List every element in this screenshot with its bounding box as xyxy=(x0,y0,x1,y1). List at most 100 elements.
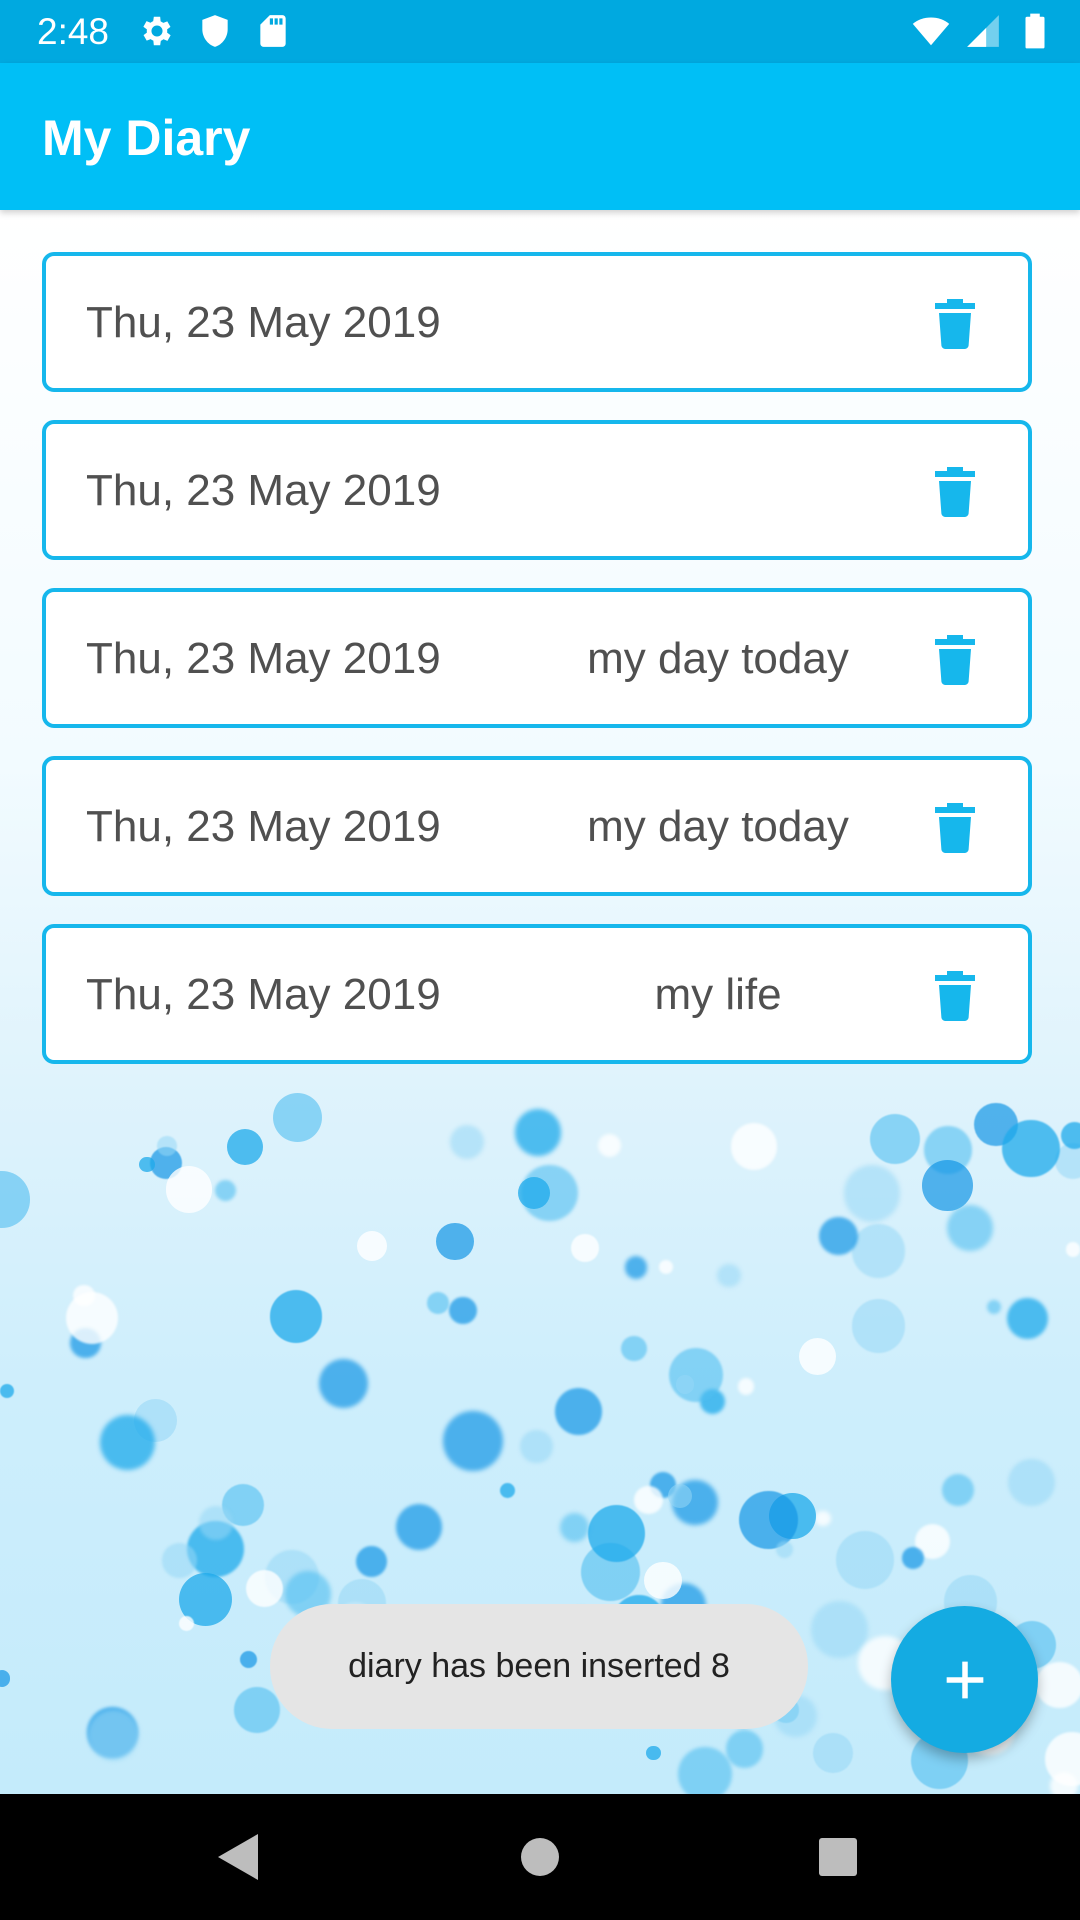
bokeh-dot xyxy=(357,1230,388,1262)
bokeh-dot xyxy=(356,1546,388,1578)
bokeh-dot xyxy=(198,1506,233,1541)
bokeh-dot xyxy=(987,1299,1002,1314)
shield-icon xyxy=(202,15,228,47)
bokeh-dot xyxy=(946,1204,993,1251)
diary-list-item[interactable]: Thu, 23 May 2019 my life xyxy=(42,924,1032,1064)
bokeh-dot xyxy=(799,1337,837,1376)
bokeh-dot xyxy=(851,1224,906,1278)
diary-list-item[interactable]: Thu, 23 May 2019 xyxy=(42,420,1032,560)
status-icons-left xyxy=(138,12,292,50)
bokeh-dot xyxy=(436,1222,474,1260)
bokeh-dot xyxy=(319,1358,369,1409)
diary-list-screen: Thu, 23 May 2019 Thu, 23 May 2019 Thu, 2… xyxy=(0,210,1080,1794)
bokeh-dot xyxy=(157,1136,178,1156)
diary-list-item[interactable]: Thu, 23 May 2019 my day today xyxy=(42,588,1032,728)
bokeh-dot xyxy=(166,1166,213,1213)
bokeh-dot xyxy=(811,1601,868,1658)
trash-icon xyxy=(935,299,975,349)
bokeh-dot xyxy=(730,1123,778,1170)
sd-card-icon xyxy=(260,15,286,47)
bokeh-dot xyxy=(843,1165,901,1222)
bokeh-dot xyxy=(559,1512,589,1543)
bokeh-dot xyxy=(234,1687,280,1733)
app-bar: My Diary xyxy=(0,63,1080,210)
bokeh-dot xyxy=(597,1133,622,1158)
bokeh-dot xyxy=(739,1491,798,1550)
diary-entry-date: Thu, 23 May 2019 xyxy=(86,466,441,515)
back-icon xyxy=(218,1834,258,1880)
diary-entry-date: Thu, 23 May 2019 xyxy=(86,802,441,851)
bokeh-dot xyxy=(427,1292,449,1314)
bokeh-dot xyxy=(514,1108,562,1156)
bokeh-dot xyxy=(588,1504,646,1562)
bokeh-dot xyxy=(902,1547,924,1569)
bokeh-dot xyxy=(245,1569,283,1607)
bokeh-dot xyxy=(725,1730,763,1768)
bokeh-dot xyxy=(1006,1298,1048,1339)
bokeh-dot xyxy=(499,1482,516,1499)
bokeh-dot xyxy=(0,1171,30,1228)
bokeh-dot xyxy=(162,1543,197,1578)
diary-entry-date: Thu, 23 May 2019 xyxy=(86,970,441,1019)
bokeh-dot xyxy=(835,1530,895,1590)
bokeh-dot xyxy=(518,1177,550,1209)
bokeh-dot xyxy=(178,1615,195,1632)
bokeh-dot xyxy=(819,1216,858,1256)
add-diary-fab[interactable] xyxy=(891,1606,1038,1753)
back-button[interactable] xyxy=(208,1827,268,1887)
bokeh-dot xyxy=(869,1113,921,1165)
bokeh-dot xyxy=(1002,1119,1060,1178)
status-icons-right xyxy=(912,12,1054,50)
diary-list-item[interactable]: Thu, 23 May 2019 xyxy=(42,252,1032,392)
bokeh-dot xyxy=(269,1289,323,1343)
bokeh-dot xyxy=(659,1260,674,1275)
gear-icon xyxy=(143,16,171,46)
delete-entry-button[interactable] xyxy=(930,632,980,688)
toast-message: diary has been inserted 8 xyxy=(348,1647,730,1685)
bokeh-dot xyxy=(813,1733,853,1773)
bokeh-dot xyxy=(240,1650,257,1668)
bokeh-dot xyxy=(1036,1661,1080,1709)
recents-icon xyxy=(819,1838,857,1876)
bokeh-dot xyxy=(138,1156,155,1173)
bokeh-dot xyxy=(737,1378,755,1395)
navigation-bar xyxy=(0,1794,1080,1920)
bokeh-dot xyxy=(87,1709,139,1761)
wifi-icon xyxy=(912,17,950,46)
bokeh-dot xyxy=(214,1179,237,1202)
trash-icon xyxy=(935,971,975,1021)
diary-entry-title: my day today xyxy=(587,802,849,851)
trash-icon xyxy=(935,467,975,517)
home-button[interactable] xyxy=(510,1827,570,1887)
bokeh-dot xyxy=(395,1503,443,1551)
delete-entry-button[interactable] xyxy=(930,800,980,856)
bokeh-dot xyxy=(922,1160,974,1211)
bokeh-dot xyxy=(1065,1242,1080,1257)
diary-entry-date: Thu, 23 May 2019 xyxy=(86,298,441,347)
bokeh-dot xyxy=(624,1256,648,1279)
bokeh-dot xyxy=(520,1430,554,1463)
bokeh-dot xyxy=(717,1263,741,1288)
bokeh-dot xyxy=(0,1670,10,1687)
bokeh-dot xyxy=(776,1541,794,1559)
bokeh-dot xyxy=(0,1384,14,1399)
status-bar: 2:48 xyxy=(0,0,1080,63)
trash-icon xyxy=(935,635,975,685)
bokeh-dot xyxy=(571,1234,599,1262)
bokeh-dot xyxy=(668,1347,723,1402)
bokeh-dot xyxy=(1008,1459,1055,1506)
bokeh-dot xyxy=(634,1485,663,1515)
bokeh-dot xyxy=(443,1411,503,1471)
delete-entry-button[interactable] xyxy=(930,968,980,1024)
bokeh-dot xyxy=(555,1387,603,1435)
delete-entry-button[interactable] xyxy=(930,296,980,352)
diary-list-item[interactable]: Thu, 23 May 2019 my day today xyxy=(42,756,1032,896)
app-title: My Diary xyxy=(42,110,251,166)
bokeh-dot xyxy=(941,1473,975,1507)
status-time: 2:48 xyxy=(37,11,110,52)
delete-entry-button[interactable] xyxy=(930,464,980,520)
bokeh-dot xyxy=(65,1291,119,1345)
bokeh-dot xyxy=(646,1745,661,1761)
recents-button[interactable] xyxy=(808,1827,868,1887)
bokeh-dot xyxy=(851,1299,906,1353)
